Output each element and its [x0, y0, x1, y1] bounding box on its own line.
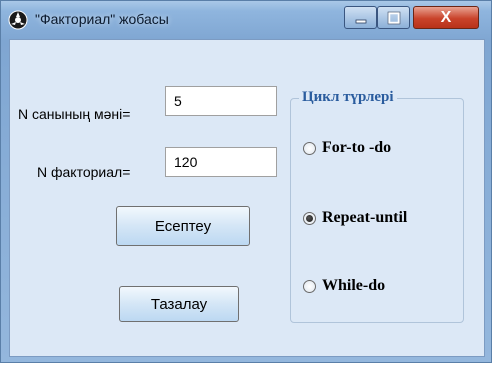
- radio-label: For-to -do: [322, 139, 392, 156]
- radio-button-selected-icon: [303, 211, 316, 225]
- title-bar[interactable]: "Факториал" жобасы X: [1, 1, 491, 39]
- radio-label: Repeat-until: [322, 209, 408, 226]
- close-button[interactable]: X: [413, 6, 479, 29]
- clear-button[interactable]: Тазалау: [119, 286, 239, 322]
- n-factorial-output[interactable]: 120: [165, 147, 277, 177]
- calculate-button[interactable]: Есептеу: [116, 206, 250, 246]
- loop-types-title: Цикл түрлері: [299, 89, 397, 106]
- n-value-input[interactable]: 5: [165, 86, 277, 116]
- close-icon: X: [440, 8, 452, 26]
- minimize-button[interactable]: [344, 6, 377, 29]
- maximize-icon: [378, 7, 409, 28]
- radio-button-icon: [303, 279, 316, 293]
- app-icon: [8, 10, 28, 30]
- radio-button-icon: [303, 141, 316, 155]
- app-window: "Факториал" жобасы X N санының мәні= 5 N…: [0, 0, 492, 363]
- window-title: "Факториал" жобасы: [35, 11, 169, 27]
- loop-types-group: Цикл түрлері For-to -do Repeat-until Whi…: [290, 89, 464, 323]
- n-factorial-label: N факториал=: [37, 164, 131, 180]
- radio-while-do[interactable]: While-do: [303, 277, 385, 295]
- radio-for-to-do[interactable]: For-to -do: [303, 139, 391, 157]
- n-value-label: N санының мәні=: [18, 106, 131, 122]
- client-area: N санының мәні= 5 N факториал= 120 Есепт…: [9, 39, 485, 357]
- minimize-icon: [345, 7, 376, 28]
- radio-repeat-until[interactable]: Repeat-until: [303, 209, 407, 227]
- maximize-button[interactable]: [377, 6, 410, 29]
- radio-label: While-do: [322, 277, 386, 294]
